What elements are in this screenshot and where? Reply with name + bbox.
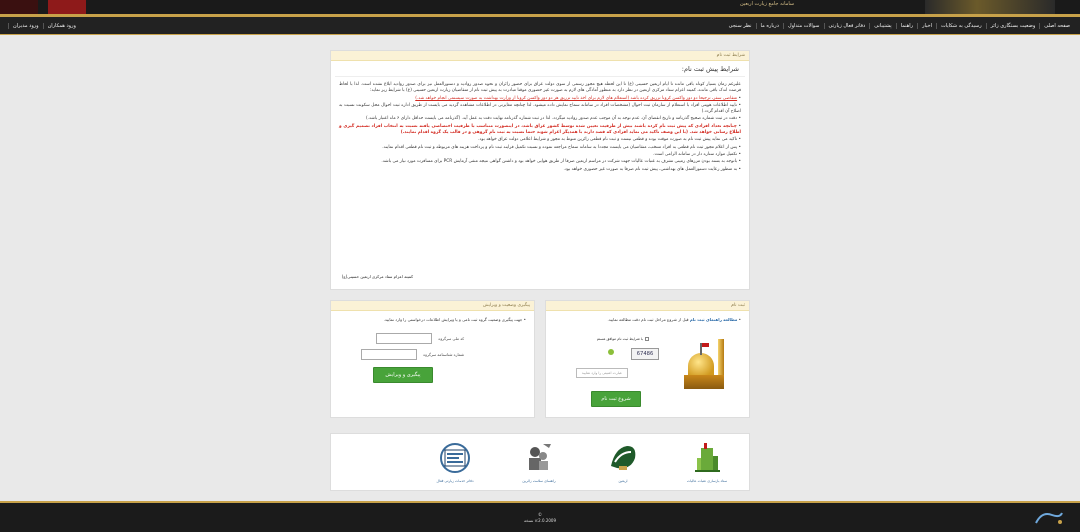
nav-staff-login[interactable]: ورود همکاران bbox=[42, 23, 80, 29]
terms-item: • متقاضی سفر، ترجیحا دو دوز واکسن کرونا … bbox=[415, 95, 741, 101]
terms-item-text: چنانچه تعداد افرادی که پیش ثبت نام کرده … bbox=[339, 123, 741, 136]
terms-intro: علیرغم زمان بسیار کوتاه باقی مانده تا ای… bbox=[339, 82, 741, 94]
partner-link[interactable]: اربعین bbox=[597, 440, 649, 483]
id-number-row: شماره شناسنامه سرگروه bbox=[361, 349, 464, 360]
refresh-captcha-icon[interactable] bbox=[608, 349, 614, 355]
national-id-row: کد ملی سرگروه bbox=[376, 333, 464, 344]
partner-label: دفاتر خدمات زیارتی فعال bbox=[436, 479, 474, 483]
terms-item-text: تایید اطلاعات هویتی افراد با استعلام از … bbox=[339, 102, 741, 115]
nav-admin-login[interactable]: ورود مدیران bbox=[8, 23, 43, 29]
nav-complaints[interactable]: رسیدگی به شکایات bbox=[936, 23, 986, 29]
nav-menu: صفحه اصلی وضعیت بستگاری زائر رسیدگی به ش… bbox=[725, 17, 1074, 35]
nav-pilgrim-status[interactable]: وضعیت بستگاری زائر bbox=[985, 23, 1040, 29]
nav-faq[interactable]: سوالات متداول bbox=[782, 23, 824, 29]
terms-item: • دقت در ثبت شماره صحیح گذرنامه و تاریخ … bbox=[365, 116, 741, 122]
partner-link[interactable]: ستاد بازسازی عتبات عالیات bbox=[681, 440, 733, 483]
partner-label: اربعین bbox=[618, 479, 628, 483]
terms-panel-header: شرایط ثبت نام bbox=[331, 51, 749, 61]
health-guide-icon bbox=[521, 440, 557, 476]
terms-item-text: دقت در ثبت شماره صحیح گذرنامه و تاریخ ان… bbox=[365, 116, 738, 122]
start-registration-button[interactable]: شروع ثبت نام bbox=[591, 391, 641, 407]
terms-item: • تکمیل موارد ستاره دار در سامانه الزامی… bbox=[653, 151, 741, 157]
footer-version: v:2.0.2009 نسخه bbox=[524, 518, 556, 523]
terms-panel: شرایط ثبت نام شرایط پیش ثبت نام: علیرغم … bbox=[330, 50, 750, 290]
terms-item-text: باتوجه به بسته بودن مرزهای زمینی تشرف به… bbox=[381, 159, 738, 165]
shrine-image bbox=[682, 335, 728, 395]
terms-item: • چنانچه تعداد افرادی که پیش ثبت نام کرد… bbox=[339, 123, 741, 136]
terms-item-text: به منظور رعایت دستورالعمل های بهداشتی، پ… bbox=[563, 166, 738, 172]
partner-link[interactable]: راهنمای سلامت زائرین bbox=[513, 440, 565, 483]
terms-item-text: تکمیل موارد ستاره دار در سامانه الزامی ا… bbox=[653, 151, 738, 157]
register-panel: ثبت نام • مطالعه راهنمای ثبت نام قبل از … bbox=[545, 300, 750, 418]
arbaeen-logo-icon bbox=[605, 440, 641, 476]
terms-item: • به منظور رعایت دستورالعمل های بهداشتی،… bbox=[563, 166, 741, 172]
national-id-label: کد ملی سرگروه bbox=[438, 336, 464, 341]
top-banner: سامانه جامع زیارت اربعین bbox=[0, 0, 1080, 14]
agree-label: با شرایط ثبت نام موافق هستم bbox=[596, 337, 643, 341]
partners-panel: ستاد بازسازی عتبات عالیات اربعین راهنمای… bbox=[330, 433, 750, 491]
terms-item: • پس از اعلام مجوز ثبت نام قطعی به افراد… bbox=[382, 144, 741, 150]
nav-login-links: ورود همکاران ورود مدیران bbox=[8, 17, 80, 35]
ministry-logo bbox=[0, 0, 38, 14]
hajj-office-icon bbox=[437, 440, 473, 476]
track-panel: پیگیری وضعیت و ویرایش • جهت پیگیری وضعیت… bbox=[330, 300, 535, 418]
register-note-text: قبل از شروع مراحل ثبت نام دقت مطالعه نما… bbox=[607, 317, 690, 322]
nav-support[interactable]: پشتیبانی bbox=[869, 23, 895, 29]
shrine-minaret bbox=[718, 339, 724, 379]
track-edit-button[interactable]: پیگیری و ویرایش bbox=[373, 367, 433, 383]
nav-offices[interactable]: دفاتر فعال زیارتی bbox=[823, 23, 870, 29]
register-panel-header: ثبت نام bbox=[546, 301, 749, 311]
agree-row: با شرایط ثبت نام موافق هستم bbox=[597, 337, 649, 341]
nav-home[interactable]: صفحه اصلی bbox=[1039, 23, 1074, 29]
nav-news[interactable]: اخبار bbox=[917, 23, 936, 29]
partner-label: راهنمای سلامت زائرین bbox=[522, 479, 556, 483]
banner-title: سامانه جامع زیارت اربعین bbox=[740, 1, 795, 7]
track-panel-header: پیگیری وضعیت و ویرایش bbox=[331, 301, 534, 311]
track-note-text: جهت پیگیری وضعیت گروه ثبت نامی و یا ویرا… bbox=[383, 317, 523, 322]
terms-signature: کمیته اعزام ستاد مرکزی اربعین حسینی(ع) bbox=[341, 274, 413, 279]
terms-item: • تایید اطلاعات هویتی افراد با استعلام ا… bbox=[339, 102, 741, 115]
register-note: • مطالعه راهنمای ثبت نام قبل از شروع مرا… bbox=[607, 317, 741, 322]
nav-survey[interactable]: نظر سنجی bbox=[725, 23, 756, 29]
terms-item: • باتوجه به بسته بودن مرزهای زمینی تشرف … bbox=[381, 159, 741, 165]
id-number-label: شماره شناسنامه سرگروه bbox=[423, 352, 464, 357]
shrine-base bbox=[684, 375, 724, 389]
terms-item-text: پس از اعلام مجوز ثبت نام قطعی به افراد م… bbox=[382, 144, 738, 150]
atabat-logo-icon bbox=[689, 440, 725, 476]
captcha-image: 67486 bbox=[631, 348, 659, 360]
footer-text: © v:2.0.2009 نسخه bbox=[0, 512, 1080, 524]
shrine-flag-icon bbox=[700, 343, 709, 355]
partner-label: ستاد بازسازی عتبات عالیات bbox=[686, 479, 728, 483]
developer-logo-icon bbox=[1032, 509, 1066, 527]
captcha-input[interactable]: عبارت امنیتی را وارد نمایید bbox=[576, 368, 628, 378]
terms-body: علیرغم زمان بسیار کوتاه باقی مانده تا ای… bbox=[331, 77, 749, 179]
terms-title: شرایط پیش ثبت نام: bbox=[335, 61, 745, 77]
register-guide-link[interactable]: مطالعه راهنمای ثبت نام bbox=[690, 317, 737, 322]
terms-item-text: تاکید می نماید پیش ثبت نام به صورت موقت … bbox=[478, 137, 738, 143]
emblem-logo bbox=[48, 0, 86, 14]
banner-ornament bbox=[925, 0, 1055, 14]
id-number-field[interactable] bbox=[361, 349, 418, 360]
nav-about[interactable]: درباره ما bbox=[755, 23, 783, 29]
terms-item: • تاکید می نماید پیش ثبت نام به صورت موق… bbox=[478, 137, 741, 143]
footer: © v:2.0.2009 نسخه bbox=[0, 501, 1080, 532]
main-nav: صفحه اصلی وضعیت بستگاری زائر رسیدگی به ش… bbox=[0, 17, 1080, 35]
nav-guide[interactable]: راهنما bbox=[895, 23, 917, 29]
track-note: • جهت پیگیری وضعیت گروه ثبت نامی و یا وی… bbox=[383, 317, 526, 322]
national-id-field[interactable] bbox=[376, 333, 433, 344]
agree-checkbox[interactable] bbox=[645, 337, 649, 341]
partner-link[interactable]: دفاتر خدمات زیارتی فعال bbox=[429, 440, 481, 483]
terms-item-text: متقاضی سفر، ترجیحا دو دوز واکسن کرونا تز… bbox=[415, 95, 738, 101]
